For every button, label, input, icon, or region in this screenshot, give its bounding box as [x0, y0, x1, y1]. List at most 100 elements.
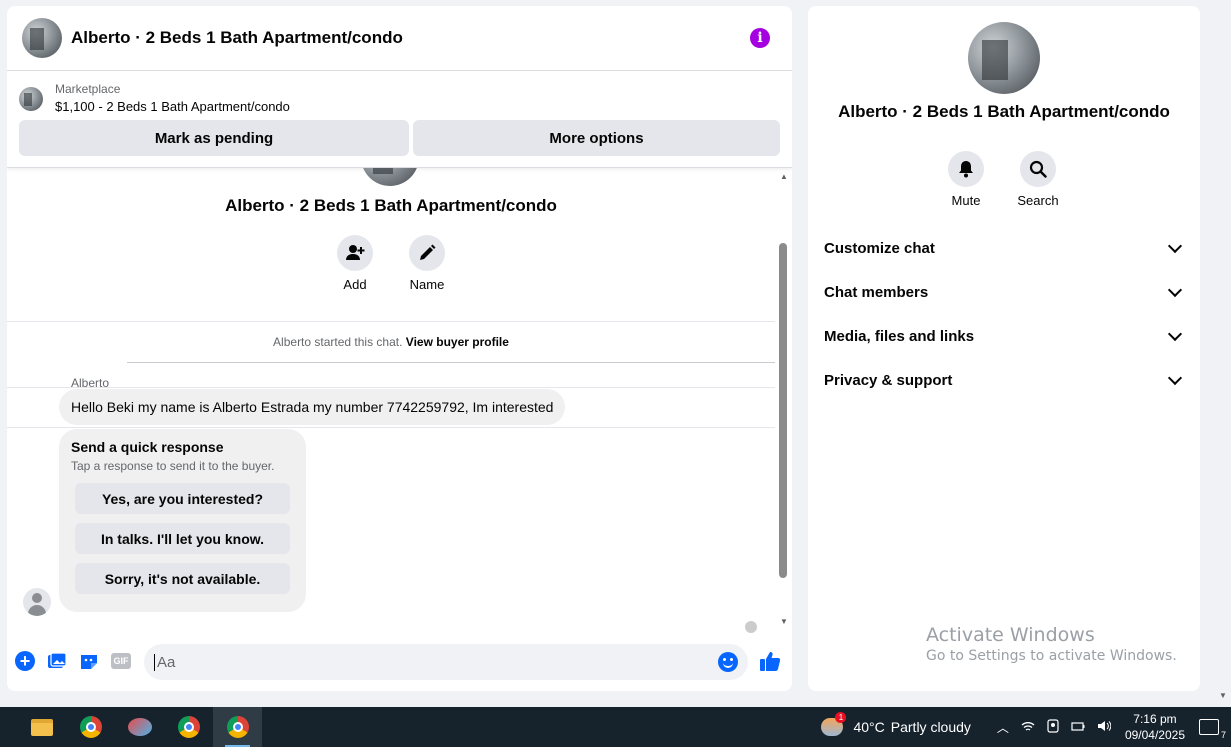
- chat-title[interactable]: Alberto · 2 Beds 1 Bath Apartment/condo: [71, 28, 750, 48]
- chrome-icon: [177, 716, 200, 738]
- section-privacy-support[interactable]: Privacy & support: [808, 358, 1200, 402]
- chevron-down-icon: [1167, 326, 1183, 341]
- panel-sections: Customize chat Chat members Media, files…: [808, 226, 1200, 402]
- search-action[interactable]: Search: [1003, 151, 1073, 208]
- chat-header: Alberto · 2 Beds 1 Bath Apartment/condo …: [7, 6, 792, 71]
- chevron-down-icon: [1167, 282, 1183, 297]
- page-scroll-down-arrow-icon[interactable]: ▼: [1219, 691, 1227, 700]
- chat-window: Alberto · 2 Beds 1 Bath Apartment/condo …: [7, 6, 792, 691]
- thread-scrollbar[interactable]: ▲ ▼: [777, 168, 792, 630]
- section-label: Customize chat: [824, 239, 935, 257]
- taskbar-file-explorer[interactable]: [17, 707, 66, 747]
- chevron-down-icon: [1167, 238, 1183, 253]
- quick-response-option[interactable]: In talks. I'll let you know.: [75, 523, 290, 554]
- activate-windows-watermark: Activate Windows Go to Settings to activ…: [926, 624, 1177, 664]
- weather-badge: 1: [835, 712, 847, 723]
- chat-avatar[interactable]: [22, 18, 62, 58]
- quick-response-option[interactable]: Yes, are you interested?: [75, 483, 290, 514]
- weather-text[interactable]: Partly cloudy: [891, 719, 971, 735]
- clock[interactable]: 7:16 pm 09/04/2025: [1125, 711, 1185, 743]
- taskbar: 1 40°C Partly cloudy ︿ 7:16 pm 09/04/202…: [0, 707, 1231, 747]
- thumbs-up-icon[interactable]: [759, 650, 781, 672]
- taskbar-chrome-3[interactable]: [213, 707, 262, 747]
- watermark-title: Activate Windows: [926, 624, 1095, 646]
- divider: [7, 321, 775, 322]
- notification-count: 7: [1220, 730, 1226, 740]
- profile-avatar[interactable]: [968, 22, 1040, 94]
- quick-response-card: Send a quick response Tap a response to …: [59, 429, 306, 612]
- section-label: Chat members: [824, 283, 929, 301]
- taskbar-chrome-1[interactable]: [66, 707, 115, 747]
- quick-response-subtitle: Tap a response to send it to the buyer.: [71, 459, 275, 473]
- section-chat-members[interactable]: Chat members: [808, 270, 1200, 314]
- search-label: Search: [1017, 193, 1059, 208]
- system-tray: 1 40°C Partly cloudy ︿ 7:16 pm 09/04/202…: [821, 707, 1231, 747]
- add-action[interactable]: Add: [320, 235, 390, 292]
- watermark-subtitle: Go to Settings to activate Windows.: [926, 648, 1177, 664]
- chevron-down-icon: [1167, 370, 1183, 385]
- paint-icon: [127, 718, 152, 736]
- chrome-icon: [79, 716, 102, 738]
- notification-icon[interactable]: 7: [1199, 719, 1226, 740]
- mute-label: Mute: [951, 193, 981, 208]
- chat-started-notice: Alberto started this chat. View buyer pr…: [7, 335, 775, 349]
- add-label: Add: [343, 277, 367, 292]
- search-icon: [1020, 151, 1056, 187]
- chrome-icon: [226, 716, 249, 738]
- meet-now-icon[interactable]: [1047, 718, 1059, 736]
- message-thread[interactable]: Alberto · 2 Beds 1 Bath Apartment/condo …: [7, 168, 775, 618]
- chat-info-panel: Alberto · 2 Beds 1 Bath Apartment/condo …: [808, 6, 1200, 691]
- thread-title: Alberto · 2 Beds 1 Bath Apartment/condo: [225, 196, 557, 215]
- sticker-icon[interactable]: [79, 651, 99, 671]
- mark-pending-button[interactable]: Mark as pending: [19, 120, 409, 156]
- divider: [7, 427, 775, 428]
- mute-action[interactable]: Mute: [931, 151, 1001, 208]
- marketplace-label: Marketplace: [55, 82, 121, 96]
- taskbar-paint[interactable]: [115, 707, 164, 747]
- clock-date: 09/04/2025: [1124, 728, 1185, 742]
- sender-avatar-icon[interactable]: [23, 588, 51, 616]
- started-text: Alberto started this chat.: [273, 335, 403, 349]
- scroll-thumb[interactable]: [779, 243, 787, 578]
- pencil-icon: [409, 235, 445, 271]
- wifi-icon[interactable]: [1021, 720, 1035, 735]
- listing-title[interactable]: $1,100 - 2 Beds 1 Bath Apartment/condo: [55, 97, 290, 117]
- scroll-down-arrow-icon[interactable]: ▼: [780, 617, 788, 626]
- add-person-icon: [337, 235, 373, 271]
- quick-response-option[interactable]: Sorry, it's not available.: [75, 563, 290, 594]
- photo-icon[interactable]: [47, 651, 67, 671]
- section-label: Privacy & support: [824, 371, 953, 389]
- scroll-up-arrow-icon[interactable]: ▲: [780, 172, 788, 181]
- quick-response-title: Send a quick response: [71, 439, 224, 455]
- section-media-files-links[interactable]: Media, files and links: [808, 314, 1200, 358]
- weather-temp[interactable]: 40°C: [853, 719, 884, 735]
- view-buyer-profile-link[interactable]: View buyer profile: [406, 335, 509, 349]
- plus-icon[interactable]: +: [15, 651, 35, 671]
- message-bubble[interactable]: Hello Beki my name is Alberto Estrada my…: [59, 389, 566, 425]
- more-options-button[interactable]: More options: [413, 120, 780, 156]
- thread-avatar: [361, 168, 419, 186]
- folder-icon: [30, 718, 53, 736]
- speaker-icon[interactable]: [1097, 720, 1112, 735]
- section-label: Media, files and links: [824, 327, 975, 345]
- name-action[interactable]: Name: [392, 235, 462, 292]
- emoji-icon[interactable]: [718, 652, 738, 672]
- chevron-up-icon[interactable]: ︿: [997, 719, 1009, 736]
- listing-thumbnail[interactable]: [19, 87, 43, 111]
- info-icon[interactable]: i: [750, 28, 770, 48]
- divider: [127, 362, 775, 363]
- clock-time: 7:16 pm: [1133, 712, 1177, 726]
- message-input[interactable]: [154, 653, 718, 671]
- section-customize-chat[interactable]: Customize chat: [808, 226, 1200, 270]
- weather-icon[interactable]: 1: [821, 712, 847, 736]
- taskbar-chrome-2[interactable]: [164, 707, 213, 747]
- seen-indicator-icon: [745, 621, 757, 633]
- divider: [7, 387, 775, 388]
- message-input-box[interactable]: [144, 644, 748, 680]
- panel-title: Alberto · 2 Beds 1 Bath Apartment/condo: [838, 102, 1170, 121]
- bell-icon: [948, 151, 984, 187]
- gif-icon[interactable]: GIF: [111, 653, 131, 669]
- message-composer: + GIF: [7, 642, 792, 680]
- marketplace-banner: Marketplace $1,100 - 2 Beds 1 Bath Apart…: [7, 71, 792, 168]
- battery-icon[interactable]: [1071, 720, 1085, 735]
